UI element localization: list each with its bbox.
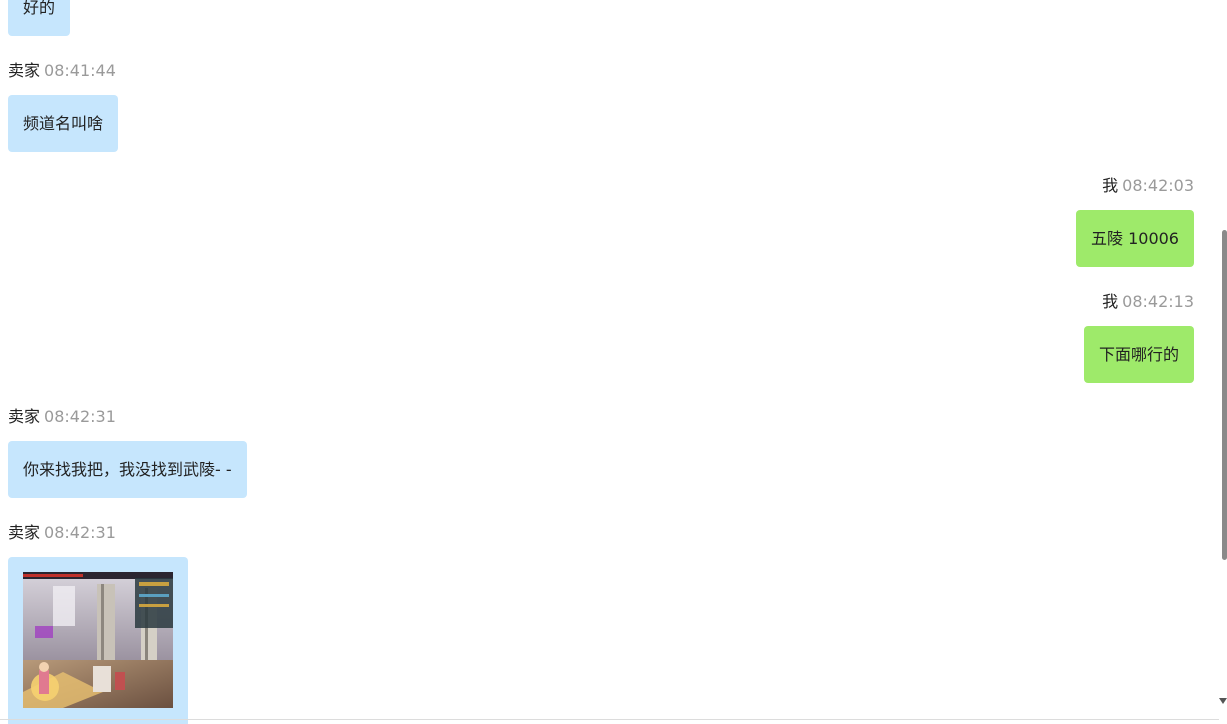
message-header: 卖家 08:42:31 <box>8 407 116 427</box>
message-header: 我 08:42:03 <box>1102 176 1194 196</box>
message-header: 卖家 08:41:44 <box>8 61 116 81</box>
scroll-down-arrow-icon[interactable] <box>1219 698 1227 704</box>
message-bubble-seller: 好的 <box>8 0 71 36</box>
message-timestamp: 08:42:31 <box>44 407 116 426</box>
image-thumbnail[interactable] <box>23 572 173 708</box>
message-bubble-me: 下面哪行的 <box>1083 326 1194 383</box>
sender-name: 我 <box>1102 292 1119 311</box>
sender-name: 我 <box>1102 176 1119 195</box>
message-text: 频道名叫啥 <box>23 114 104 133</box>
chat-window: 好的 卖家 08:41:44 频道名叫啥 我 08:42:03 五陵 10006 我… <box>0 0 1227 724</box>
message-text: 五陵 10006 <box>1091 229 1179 248</box>
message-timestamp: 08:41:44 <box>44 61 116 80</box>
game-screenshot-image <box>23 572 173 708</box>
divider <box>0 719 1219 720</box>
message-timestamp: 08:42:03 <box>1122 176 1194 195</box>
message-text: 好的 <box>23 0 56 17</box>
sender-name: 卖家 <box>8 523 41 542</box>
message-text: 下面哪行的 <box>1098 345 1179 364</box>
message-timestamp: 08:42:13 <box>1122 292 1194 311</box>
message-bubble-seller: 你来找我把，我没找到武陵- - <box>8 441 247 498</box>
message-bubble-seller: 频道名叫啥 <box>8 95 119 152</box>
scrollbar[interactable] <box>1219 0 1227 718</box>
message-text: 你来找我把，我没找到武陵- - <box>23 460 232 479</box>
message-header: 卖家 08:42:31 <box>8 523 116 543</box>
sender-name: 卖家 <box>8 407 41 426</box>
sender-name: 卖家 <box>8 61 41 80</box>
message-header: 我 08:42:13 <box>1102 292 1194 312</box>
message-bubble-me: 五陵 10006 <box>1076 210 1194 267</box>
message-timestamp: 08:42:31 <box>44 523 116 542</box>
message-bubble-image <box>8 557 188 724</box>
scrollbar-thumb[interactable] <box>1222 230 1227 560</box>
